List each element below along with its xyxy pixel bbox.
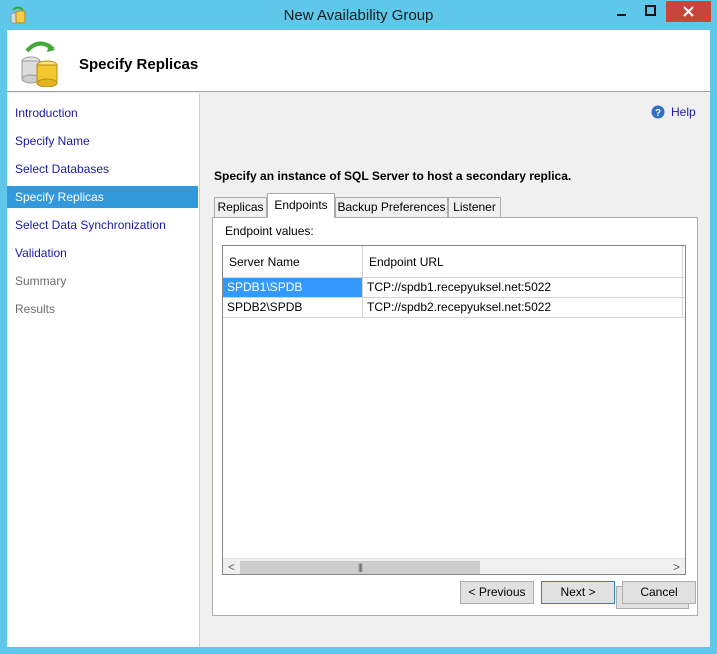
cell-endpoint-url[interactable]: TCP://spdb1.recepyuksel.net:5022 bbox=[363, 278, 683, 297]
endpoints-tab-panel: Endpoint values: Server Name Endpoint UR… bbox=[212, 217, 698, 616]
nav-item-select-data-synchronization[interactable]: Select Data Synchronization bbox=[7, 214, 198, 236]
grip-icon: ||| bbox=[357, 562, 363, 572]
nav-item-introduction[interactable]: Introduction bbox=[7, 102, 198, 124]
maximize-button[interactable] bbox=[637, 1, 664, 22]
nav-item-summary: Summary bbox=[15, 274, 67, 288]
chevron-left-icon: < bbox=[227, 560, 235, 574]
main-content: ? Help Specify an instance of SQL Server… bbox=[201, 93, 710, 647]
nav-item-select-databases[interactable]: Select Databases bbox=[7, 158, 198, 180]
cell-truncated: S bbox=[683, 278, 685, 297]
svg-text:?: ? bbox=[655, 108, 661, 119]
cell-server-name[interactable]: SPDB1\SPDB bbox=[223, 278, 363, 297]
next-button[interactable]: Next > bbox=[541, 581, 615, 604]
close-button[interactable] bbox=[666, 1, 711, 22]
page-header: Specify Replicas bbox=[7, 30, 710, 92]
tab-listener[interactable]: Listener bbox=[448, 197, 501, 217]
minimize-button[interactable] bbox=[608, 1, 635, 22]
wizard-window: New Availability Group Specify Replicas … bbox=[0, 0, 717, 654]
nav-item-specify-replicas[interactable]: Specify Replicas bbox=[7, 186, 198, 208]
database-replica-icon bbox=[21, 41, 58, 87]
title-bar[interactable]: New Availability Group bbox=[0, 0, 717, 30]
close-icon bbox=[683, 6, 694, 17]
scroll-right-button[interactable]: > bbox=[668, 559, 685, 574]
wizard-client-area: Specify Replicas Introduction Specify Na… bbox=[7, 30, 710, 647]
nav-item-results: Results bbox=[15, 302, 56, 316]
help-label: Help bbox=[671, 105, 696, 119]
nav-item-specify-name[interactable]: Specify Name bbox=[7, 130, 198, 152]
maximize-icon bbox=[645, 5, 656, 16]
endpoint-values-label: Endpoint values: bbox=[225, 224, 314, 238]
help-icon: ? bbox=[651, 105, 665, 119]
chevron-right-icon: > bbox=[672, 560, 680, 574]
scroll-thumb[interactable]: ||| bbox=[240, 561, 480, 574]
cancel-button[interactable]: Cancel bbox=[622, 581, 696, 604]
tab-backup-preferences[interactable]: Backup Preferences bbox=[335, 197, 448, 217]
minimize-icon bbox=[617, 14, 626, 16]
table-row[interactable]: SPDB2\SPDB TCP://spdb2.recepyuksel.net:5… bbox=[223, 298, 685, 318]
tab-replicas[interactable]: Replicas bbox=[214, 197, 267, 217]
cell-endpoint-url[interactable]: TCP://spdb2.recepyuksel.net:5022 bbox=[363, 298, 683, 317]
scroll-left-button[interactable]: < bbox=[223, 559, 240, 574]
table-row[interactable]: SPDB1\SPDB TCP://spdb1.recepyuksel.net:5… bbox=[223, 278, 685, 298]
wizard-nav: Introduction Specify Name Select Databas… bbox=[7, 93, 200, 647]
tab-endpoints[interactable]: Endpoints bbox=[267, 193, 335, 218]
previous-button[interactable]: < Previous bbox=[460, 581, 534, 604]
page-title: Specify Replicas bbox=[79, 56, 199, 73]
cell-server-name[interactable]: SPDB2\SPDB bbox=[223, 298, 363, 317]
cell-truncated: S bbox=[683, 298, 685, 317]
page-instruction: Specify an instance of SQL Server to hos… bbox=[214, 169, 572, 183]
horizontal-scrollbar[interactable]: < ||| > bbox=[223, 558, 685, 574]
column-header-server-name[interactable]: Server Name bbox=[223, 246, 363, 278]
nav-item-validation[interactable]: Validation bbox=[7, 242, 198, 264]
grid-header: Server Name Endpoint URL bbox=[223, 246, 685, 278]
endpoints-grid[interactable]: Server Name Endpoint URL SPDB1\SPDB TCP:… bbox=[222, 245, 686, 575]
column-header-endpoint-url[interactable]: Endpoint URL bbox=[363, 246, 683, 278]
